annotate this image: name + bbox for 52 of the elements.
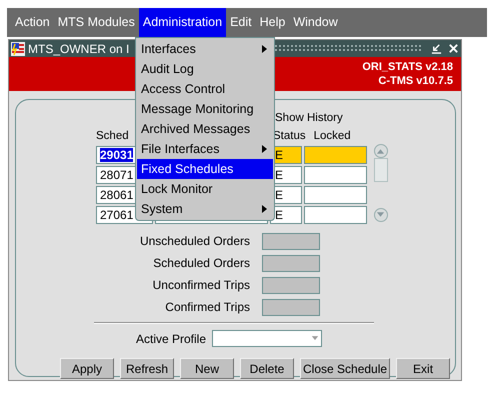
- menu-item[interactable]: Interfaces: [137, 39, 273, 59]
- action-button[interactable]: New: [180, 358, 234, 379]
- column-header: Sched: [96, 130, 130, 142]
- down-arrow-icon[interactable]: [376, 212, 386, 218]
- action-button[interactable]: Exit: [396, 358, 450, 379]
- menu-item[interactable]: Archived Messages: [137, 119, 273, 139]
- table-cell[interactable]: [304, 146, 367, 164]
- menu-item[interactable]: Audit Log: [137, 59, 273, 79]
- field-label: Active Profile: [136, 332, 206, 346]
- table-cell[interactable]: [304, 206, 367, 224]
- scroll-down-button[interactable]: [374, 208, 388, 222]
- action-button[interactable]: Refresh: [120, 358, 174, 379]
- submenu-arrow-icon: [262, 145, 267, 153]
- column-header: Status: [272, 130, 306, 142]
- show-history-label: Show History: [275, 112, 343, 124]
- action-button[interactable]: Delete: [240, 358, 294, 379]
- up-arrow-icon[interactable]: [376, 148, 386, 154]
- field-label: Unscheduled Orders: [138, 234, 250, 248]
- scroll-thumb[interactable]: [374, 158, 388, 182]
- scrollbar[interactable]: [374, 144, 388, 222]
- menu-item[interactable]: Message Monitoring: [137, 99, 273, 119]
- input-field[interactable]: [262, 298, 320, 316]
- close-icon[interactable]: [448, 43, 459, 54]
- menu-item[interactable]: Action: [11, 8, 54, 37]
- menu-item[interactable]: Window: [289, 8, 342, 37]
- action-button[interactable]: Close Schedule: [300, 358, 390, 379]
- table-cell[interactable]: [304, 186, 367, 204]
- input-field[interactable]: [262, 254, 320, 272]
- version-label: ORI_STATS v2.18: [362, 60, 453, 74]
- field-label: Unconfirmed Trips: [152, 278, 250, 292]
- window-title: MTS_OWNER on I: [28, 42, 130, 56]
- app-icon: [11, 42, 25, 56]
- menu-item[interactable]: Administration: [138, 8, 226, 37]
- field-label: Confirmed Trips: [164, 300, 250, 314]
- minimize-icon[interactable]: [431, 43, 442, 54]
- submenu-arrow-icon: [262, 45, 267, 53]
- menu-item[interactable]: Access Control: [137, 79, 273, 99]
- input-field[interactable]: [262, 232, 320, 250]
- table-cell[interactable]: [304, 166, 367, 184]
- menu-item[interactable]: Help: [256, 8, 290, 37]
- scroll-up-button[interactable]: [374, 144, 388, 158]
- dropdown-field[interactable]: [212, 330, 322, 347]
- version-label: C-TMS v10.7.5: [378, 74, 453, 88]
- menu-item[interactable]: Edit: [226, 8, 256, 37]
- input-field[interactable]: [262, 276, 320, 294]
- action-button[interactable]: Apply: [60, 358, 114, 379]
- menu-item[interactable]: MTS Modules: [54, 8, 139, 37]
- field-label: Scheduled Orders: [152, 256, 250, 270]
- column-header: Locked: [312, 130, 352, 142]
- menu-item[interactable]: Fixed Schedules: [137, 159, 273, 179]
- dropdown-arrow-icon[interactable]: [311, 336, 320, 341]
- submenu-arrow-icon: [262, 205, 267, 213]
